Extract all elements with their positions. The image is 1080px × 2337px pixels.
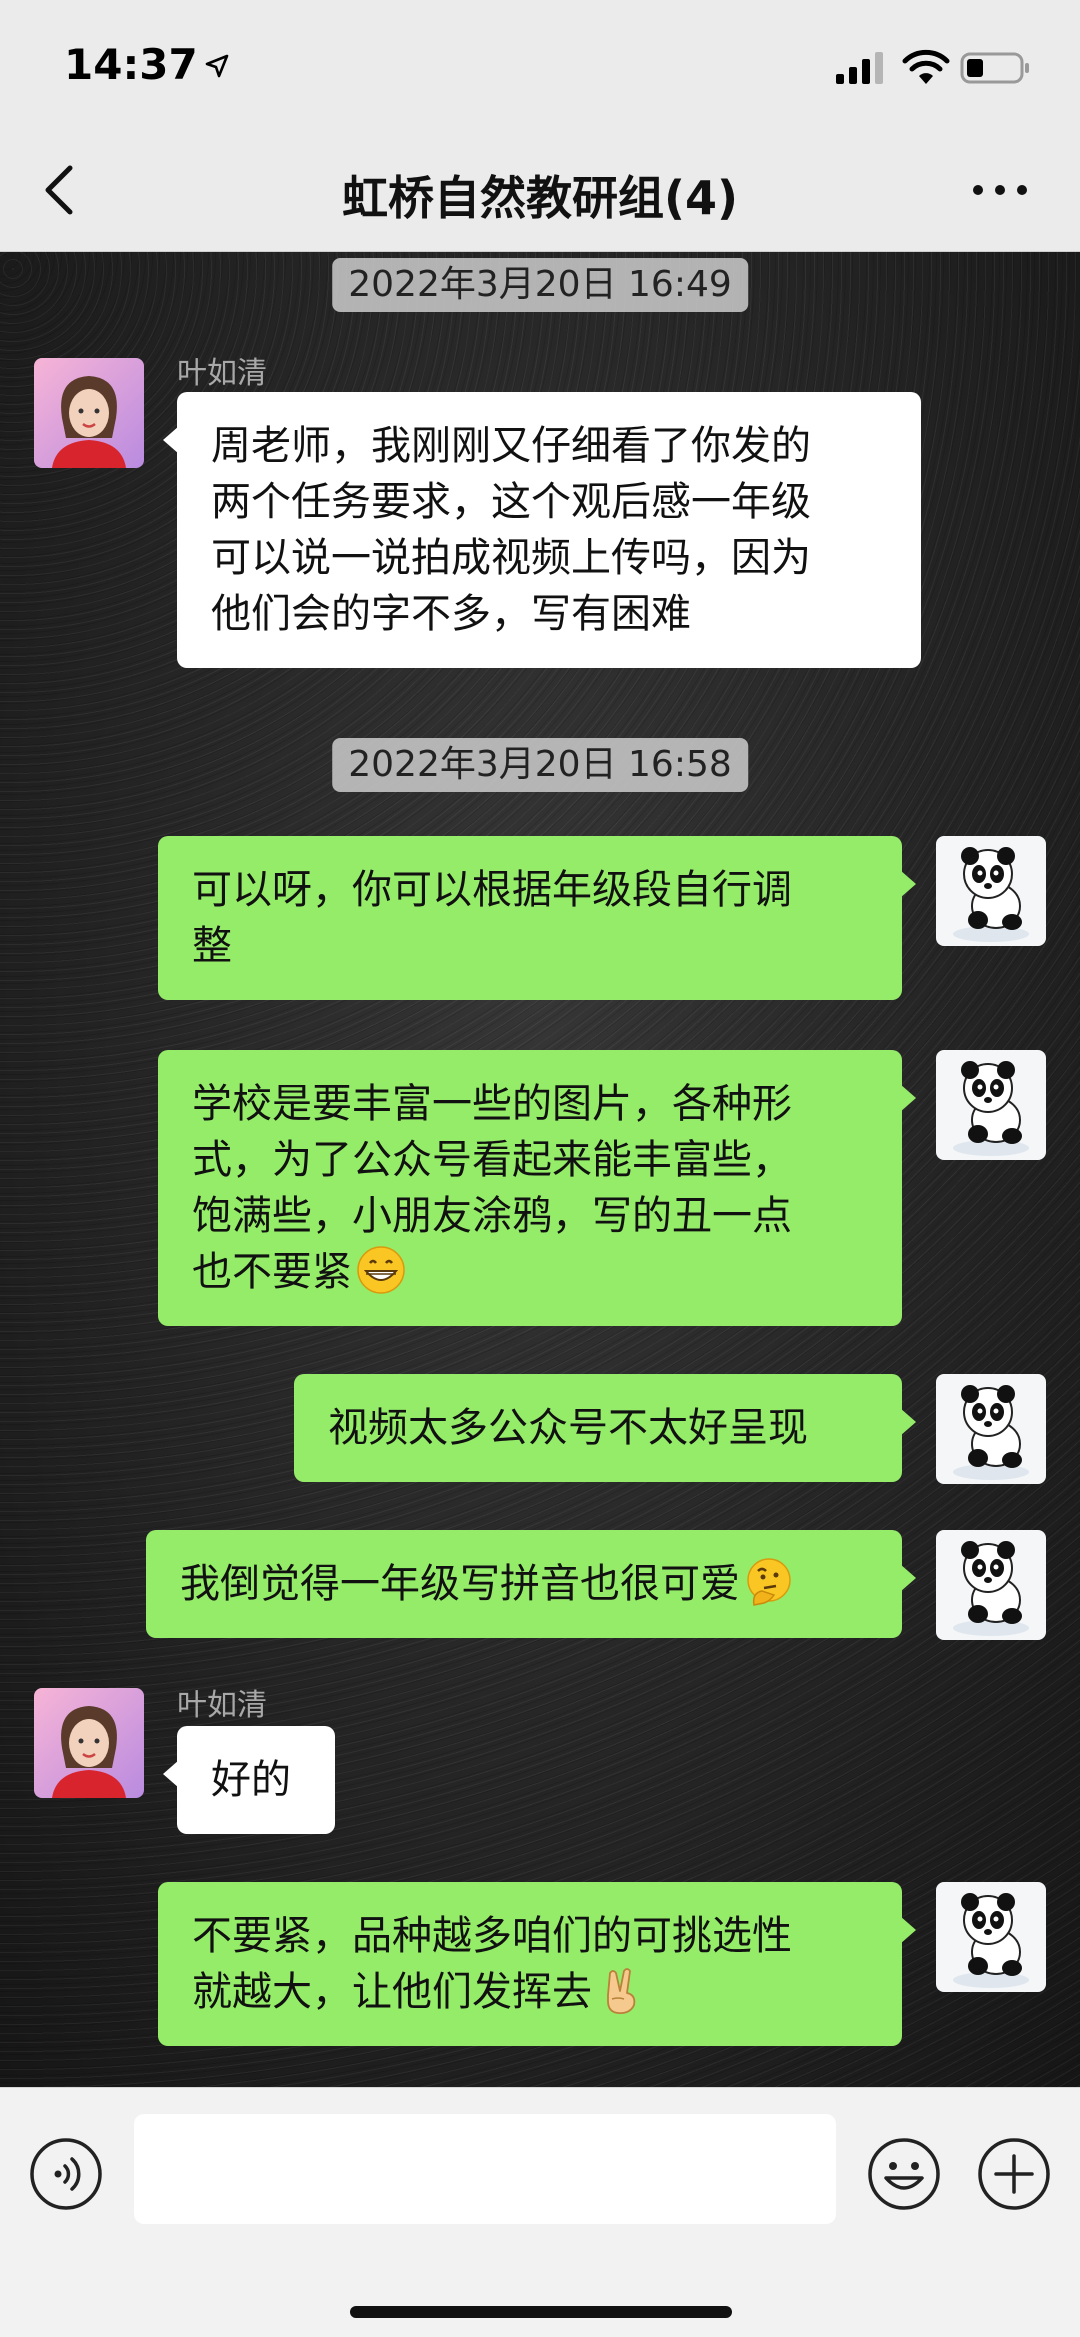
battery-icon <box>960 52 1029 84</box>
top-bar: 14:37 虹桥自然教研组(4) <box>0 0 1080 252</box>
message-bubble-sent[interactable]: 可以呀，你可以根据年级段自行调 整 <box>158 836 916 1000</box>
plus-circle-icon[interactable] <box>976 2136 1052 2212</box>
thinking-face-emoji <box>747 1558 791 1606</box>
status-time: 14:37 <box>64 40 198 89</box>
sender-name: 叶如清 <box>177 1688 267 1723</box>
avatar-self-panda[interactable] <box>936 1374 1046 1484</box>
home-indicator <box>350 2306 732 2318</box>
victory-hand-emoji <box>607 1968 636 2014</box>
message-line: 可以呀，你可以根据年级段自行调 <box>192 867 792 913</box>
message-line: 周老师，我刚刚又仔细看了你发的 <box>211 423 811 469</box>
timestamp: 2022年3月20日 16:49 <box>332 258 748 312</box>
chat-area[interactable]: 2022年3月20日 16:49 叶如清 周老师，我刚刚又仔细看了你发的 两个任… <box>0 252 1080 2087</box>
avatar-self-panda[interactable] <box>936 1530 1046 1640</box>
message-line: 两个任务要求，这个观后感一年级 <box>211 479 811 525</box>
grinning-face-emoji <box>357 1246 405 1294</box>
message-bubble-sent[interactable]: 视频太多公众号不太好呈现 <box>294 1374 916 1482</box>
wifi-icon <box>902 49 950 84</box>
message-line: 整 <box>192 923 232 969</box>
cellular-signal-icon <box>836 52 883 84</box>
input-bar <box>0 2087 1080 2337</box>
message-bubble-received[interactable]: 周老师，我刚刚又仔细看了你发的 两个任务要求，这个观后感一年级 可以说一说拍成视… <box>163 392 921 668</box>
avatar-self-panda[interactable] <box>936 836 1046 946</box>
message-text: 我倒觉得一年级写拼音也很可爱 <box>180 1561 740 1607</box>
avatar-ye-ruqing[interactable] <box>34 358 144 468</box>
message-line: 饱满些，小朋友涂鸦，写的丑一点 <box>192 1193 792 1239</box>
message-text: 就越大，让他们发挥去 <box>192 1969 592 2015</box>
message-bubble-sent[interactable]: 学校是要丰富一些的图片，各种形 式，为了公众号看起来能丰富些， 饱满些，小朋友涂… <box>158 1050 916 1326</box>
voice-input-icon[interactable] <box>28 2136 104 2212</box>
message-line: 好的 <box>211 1757 291 1803</box>
avatar-self-panda[interactable] <box>936 1050 1046 1160</box>
message-line: 不要紧，品种越多咱们的可挑选性 <box>192 1913 792 1959</box>
message-bubble-sent[interactable]: 我倒觉得一年级写拼音也很可爱 <box>146 1530 916 1638</box>
avatar-ye-ruqing[interactable] <box>34 1688 144 1798</box>
message-line: 他们会的字不多，写有困难 <box>211 591 691 637</box>
avatar-self-panda[interactable] <box>936 1882 1046 1992</box>
sender-name: 叶如清 <box>177 356 267 391</box>
message-bubble-sent[interactable]: 不要紧，品种越多咱们的可挑选性 就越大，让他们发挥去 <box>158 1882 916 2046</box>
location-arrow-icon <box>205 54 229 78</box>
message-line: 视频太多公众号不太好呈现 <box>328 1405 808 1451</box>
chat-title: 虹桥自然教研组(4) <box>341 171 739 225</box>
message-line: 学校是要丰富一些的图片，各种形 <box>192 1081 792 1127</box>
timestamp: 2022年3月20日 16:58 <box>332 738 748 792</box>
message-line: 式，为了公众号看起来能丰富些， <box>192 1137 792 1183</box>
message-text: 也不要紧 <box>192 1249 352 1295</box>
message-input[interactable] <box>134 2114 836 2224</box>
message-bubble-received[interactable]: 好的 <box>163 1726 335 1834</box>
more-dots-icon[interactable] <box>970 178 1030 202</box>
emoji-smile-icon[interactable] <box>866 2136 942 2212</box>
message-line: 就越大，让他们发挥去 <box>192 1964 868 2020</box>
message-line: 我倒觉得一年级写拼音也很可爱 <box>180 1556 868 1612</box>
message-line: 也不要紧 <box>192 1244 868 1300</box>
message-line: 可以说一说拍成视频上传吗，因为 <box>211 535 811 581</box>
